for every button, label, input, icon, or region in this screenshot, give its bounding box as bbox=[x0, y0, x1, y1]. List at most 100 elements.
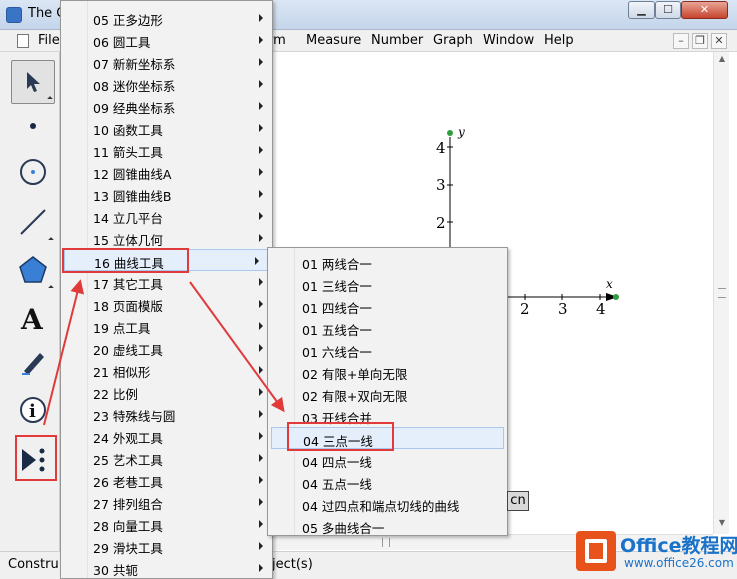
polygon-tool[interactable] bbox=[11, 248, 55, 292]
scroll-grip-horizontal[interactable] bbox=[382, 538, 390, 547]
submenu-item[interactable]: 02 有限+单向无限 bbox=[268, 361, 507, 383]
menu-graph[interactable]: Graph bbox=[433, 33, 473, 48]
submenu-item[interactable]: 01 五线合一 bbox=[268, 317, 507, 339]
menu-item[interactable]: 21 相似形 bbox=[61, 359, 272, 381]
menu-window[interactable]: Window bbox=[483, 33, 534, 48]
submenu-item[interactable]: 05 多曲线合一 bbox=[268, 515, 507, 537]
submenu-arrow-icon bbox=[259, 146, 263, 154]
menu-item[interactable]: 13 圆锥曲线B bbox=[61, 183, 272, 205]
submenu-item-label: 02 有限+双向无限 bbox=[302, 389, 408, 404]
menu-item[interactable]: 19 点工具 bbox=[61, 315, 272, 337]
submenu-item-label: 01 五线合一 bbox=[302, 323, 372, 338]
menu-item-label: 12 圆锥曲线A bbox=[93, 167, 172, 182]
menu-item[interactable]: 08 迷你坐标系 bbox=[61, 73, 272, 95]
submenu-arrow-icon bbox=[259, 520, 263, 528]
menu-measure[interactable]: Measure bbox=[306, 33, 361, 48]
menu-item-label: 10 函数工具 bbox=[93, 123, 163, 138]
submenu-item-label: 04 过四点和端点切线的曲线 bbox=[302, 499, 460, 514]
submenu-arrow-icon bbox=[259, 58, 263, 66]
text-tool[interactable]: A bbox=[11, 296, 55, 340]
menu-item-label: 13 圆锥曲线B bbox=[93, 189, 172, 204]
menu-item[interactable]: 12 圆锥曲线A bbox=[61, 161, 272, 183]
menu-item[interactable]: 24 外观工具 bbox=[61, 425, 272, 447]
doc-close-button[interactable]: ✕ bbox=[711, 33, 727, 49]
scroll-grip[interactable] bbox=[718, 288, 726, 298]
menu-item[interactable]: 23 特殊线与圆 bbox=[61, 403, 272, 425]
submenu-arrow-icon bbox=[259, 564, 263, 572]
submenu-arrow-icon bbox=[259, 410, 263, 418]
menu-item-label: 21 相似形 bbox=[93, 365, 151, 380]
document-icon bbox=[17, 34, 29, 48]
menu-help[interactable]: Help bbox=[544, 33, 574, 48]
menu-item[interactable]: 07 新新坐标系 bbox=[61, 51, 272, 73]
menu-item[interactable]: 25 艺术工具 bbox=[61, 447, 272, 469]
doc-restore-button[interactable]: ❐ bbox=[692, 33, 708, 49]
submenu-item-label: 05 多曲线合一 bbox=[302, 521, 385, 536]
submenu-item[interactable]: 04 四点一线 bbox=[268, 449, 507, 471]
submenu-arrow-icon bbox=[259, 366, 263, 374]
menu-item[interactable]: 28 向量工具 bbox=[61, 513, 272, 535]
menu-item-label: 20 虚线工具 bbox=[93, 343, 163, 358]
compass-tool[interactable] bbox=[11, 150, 55, 194]
submenu-item[interactable]: 01 四线合一 bbox=[268, 295, 507, 317]
status-left-text: Constru bbox=[8, 557, 59, 572]
scroll-down-icon[interactable]: ▼ bbox=[717, 518, 727, 527]
menu-item[interactable]: 11 箭头工具 bbox=[61, 139, 272, 161]
menu-item-label: 19 点工具 bbox=[93, 321, 151, 336]
information-tool[interactable]: i bbox=[11, 388, 55, 432]
menu-item[interactable]: 10 函数工具 bbox=[61, 117, 272, 139]
svg-text:A: A bbox=[20, 303, 44, 334]
menu-item-label: 14 立几平台 bbox=[93, 211, 163, 226]
menu-item-label: 18 页面模版 bbox=[93, 299, 163, 314]
menu-item[interactable]: 29 滑块工具 bbox=[61, 535, 272, 557]
arrow-cursor-icon bbox=[27, 72, 40, 92]
menu-item[interactable]: 27 排列组合 bbox=[61, 491, 272, 513]
menu-item[interactable]: 15 立体几何 bbox=[61, 227, 272, 249]
menu-item[interactable]: 20 虚线工具 bbox=[61, 337, 272, 359]
submenu-arrow-icon bbox=[259, 432, 263, 440]
menu-number[interactable]: Number bbox=[371, 33, 423, 48]
menu-item[interactable]: 17 其它工具 bbox=[61, 271, 272, 293]
menu-item-label: 24 外观工具 bbox=[93, 431, 163, 446]
menu-item[interactable]: 26 老巷工具 bbox=[61, 469, 272, 491]
menu-item-label: 06 圆工具 bbox=[93, 35, 151, 50]
menu-item-label: 08 迷你坐标系 bbox=[93, 79, 176, 94]
maximize-button[interactable]: ☐ bbox=[655, 1, 681, 19]
menu-item[interactable]: 22 比例 bbox=[61, 381, 272, 403]
menu-item[interactable]: 14 立几平台 bbox=[61, 205, 272, 227]
line-icon bbox=[20, 209, 46, 235]
submenu-arrow-icon bbox=[255, 257, 259, 265]
menu-item[interactable]: 05 正多边形 bbox=[61, 7, 272, 29]
menu-item[interactable]: 18 页面模版 bbox=[61, 293, 272, 315]
menu-item[interactable]: 06 圆工具 bbox=[61, 29, 272, 51]
submenu-item[interactable]: 04 过四点和端点切线的曲线 bbox=[268, 493, 507, 515]
submenu-item[interactable]: 04 五点一线 bbox=[268, 471, 507, 493]
doc-minimize-button[interactable]: – bbox=[673, 33, 689, 49]
watermark-title: Office教程网 bbox=[620, 535, 737, 557]
x-tick-4: 4 bbox=[596, 300, 606, 318]
minimize-button[interactable]: ▁ bbox=[628, 1, 655, 19]
submenu-arrow-icon bbox=[259, 542, 263, 550]
menu-item[interactable]: 30 共轭 bbox=[61, 557, 272, 579]
submenu-item[interactable]: 02 有限+双向无限 bbox=[268, 383, 507, 405]
submenu-item[interactable]: 01 六线合一 bbox=[268, 339, 507, 361]
submenu-arrow-icon bbox=[259, 388, 263, 396]
marker-pen-icon bbox=[22, 353, 44, 375]
menu-item-label: 23 特殊线与圆 bbox=[93, 409, 176, 424]
scroll-up-icon[interactable]: ▲ bbox=[717, 54, 727, 63]
submenu-arrow-icon bbox=[259, 300, 263, 308]
straightedge-tool[interactable] bbox=[11, 200, 55, 244]
menu-item-label: 22 比例 bbox=[93, 387, 138, 402]
submenu-item[interactable]: 01 两线合一 bbox=[268, 251, 507, 273]
menu-item[interactable]: 09 经典坐标系 bbox=[61, 95, 272, 117]
submenu-item[interactable]: 01 三线合一 bbox=[268, 273, 507, 295]
circle-icon bbox=[20, 159, 46, 185]
close-button[interactable]: ✕ bbox=[681, 1, 728, 19]
submenu-arrow-icon bbox=[259, 476, 263, 484]
point-tool[interactable] bbox=[11, 104, 55, 148]
menu-file[interactable]: File bbox=[38, 33, 60, 48]
arrow-tool[interactable] bbox=[11, 60, 55, 104]
menu-item-label: 29 滑块工具 bbox=[93, 541, 163, 556]
marker-tool[interactable] bbox=[11, 340, 55, 384]
vertical-scrollbar[interactable]: ▲ ▼ bbox=[713, 52, 729, 534]
